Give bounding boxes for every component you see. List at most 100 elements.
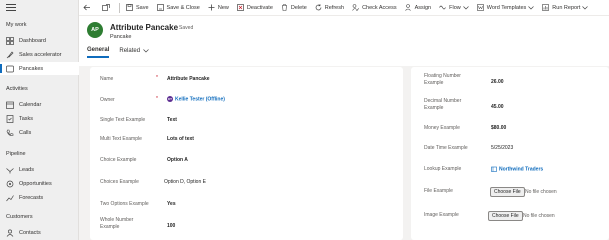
sitemap-item-sales-accelerator[interactable]: Sales accelerator [0, 48, 79, 61]
chevron-down-icon [463, 5, 469, 9]
owner-value: Kellie Tester (Offline) [175, 96, 225, 103]
task-icon [6, 114, 14, 123]
sitemap-item-contacts[interactable]: Contacts [0, 226, 79, 239]
choices-label: Choices Example [100, 179, 139, 185]
money-label: Money Example [424, 125, 460, 131]
sitemap-nav: My work Dashboard Sales accelerator Panc… [0, 0, 79, 240]
sitemap-item-pancakes[interactable]: Pancakes [0, 62, 79, 75]
floating-number-field[interactable]: 26.00 [491, 79, 504, 85]
new-label: New [217, 4, 229, 11]
deactivate-button[interactable]: Deactivate [233, 0, 277, 16]
owner-avatar: KT [167, 96, 173, 102]
tab-general[interactable]: General [87, 47, 110, 58]
save-button[interactable]: Save [122, 0, 153, 16]
open-new-window-button[interactable] [98, 0, 117, 16]
group-my-work: My work [6, 22, 27, 28]
assign-button[interactable]: Assign [401, 0, 436, 16]
sitemap-item-label: Dashboard [19, 37, 46, 44]
multi-text-field[interactable]: Lots of text [167, 136, 194, 142]
save-label: Save [136, 4, 149, 11]
sitemap-item-tasks[interactable]: Tasks [0, 112, 79, 125]
sitemap-item-calendar[interactable]: Calendar [0, 98, 79, 111]
sitemap-item-label: Tasks [19, 115, 34, 122]
sitemap-item-label: Pancakes [19, 65, 44, 72]
record-header: AP Attribute Pancake - Saved Pancake Gen… [79, 16, 609, 66]
check-access-icon [352, 4, 360, 11]
leads-icon [6, 166, 14, 174]
sitemap-item-forecasts[interactable]: Forecasts [0, 191, 79, 204]
phone-icon [6, 129, 14, 137]
flow-icon [439, 5, 446, 10]
trash-icon [281, 4, 287, 11]
record-avatar: AP [87, 22, 103, 38]
tab-related[interactable]: Related [119, 47, 149, 58]
back-arrow-icon [83, 4, 90, 11]
decimal-number-field[interactable]: 45.00 [491, 104, 504, 110]
single-text-field[interactable]: Text [167, 117, 177, 123]
save-close-button[interactable]: Save & Close [153, 0, 204, 16]
required-marker: * [156, 96, 158, 102]
general-section-right: Floating Number Example 26.00 Decimal Nu… [411, 67, 609, 240]
assign-label: Assign [414, 4, 432, 11]
contact-icon [6, 229, 14, 237]
image-choose-button[interactable]: Choose File [488, 211, 523, 221]
delete-button[interactable]: Delete [277, 0, 311, 16]
delete-label: Delete [290, 4, 307, 11]
sitemap-item-calls[interactable]: Calls [0, 126, 79, 139]
sitemap-item-label: Calendar [19, 101, 42, 108]
word-templates-button[interactable]: Word Templates [473, 0, 539, 16]
sitemap-item-dashboard[interactable]: Dashboard [0, 34, 79, 47]
name-field[interactable]: Attribute Pancake [167, 76, 210, 82]
save-close-icon [156, 4, 164, 11]
entity-icon [6, 65, 14, 73]
whole-number-field[interactable]: 100 [167, 223, 175, 229]
sitemap-item-label: Leads [19, 166, 34, 173]
sitemap-item-leads[interactable]: Leads [0, 163, 79, 176]
two-options-toggle[interactable]: Yes [167, 201, 176, 207]
lookup-field[interactable]: Northwind Traders [491, 166, 543, 172]
new-button[interactable]: New [204, 0, 233, 16]
deactivate-icon [237, 4, 244, 11]
word-template-icon [476, 4, 484, 11]
refresh-button[interactable]: Refresh [311, 0, 348, 16]
rocket-icon [6, 50, 14, 59]
sitemap-item-label: Forecasts [19, 194, 44, 201]
sitemap-item-label: Contacts [19, 229, 41, 236]
file-choose-button[interactable]: Choose File [490, 187, 525, 197]
date-time-field[interactable]: 5/25/2023 [491, 145, 513, 151]
form-tabs: General Related [87, 47, 159, 58]
chevron-down-icon [143, 49, 149, 53]
file-label: File Example [424, 188, 453, 194]
divider [119, 2, 120, 13]
chevron-down-icon [582, 5, 589, 9]
floating-number-label: Floating Number Example [424, 73, 461, 86]
flow-button[interactable]: Flow [435, 0, 473, 16]
run-report-button[interactable]: Run Report [538, 0, 592, 16]
required-marker: * [156, 75, 158, 81]
assign-icon [404, 4, 411, 11]
group-customers: Customers [6, 214, 33, 220]
plus-icon [208, 4, 215, 11]
check-access-button[interactable]: Check Access [348, 0, 401, 16]
decimal-number-label: Decimal Number Example [424, 98, 462, 111]
refresh-icon [315, 4, 322, 11]
hamburger-icon[interactable] [6, 4, 16, 12]
command-bar: Save Save & Close New Deactivate Delete … [79, 0, 609, 16]
save-close-label: Save & Close [166, 4, 200, 11]
dashboard-icon [6, 36, 14, 45]
choice-select[interactable]: Option A [167, 157, 188, 163]
choice-label: Choice Example [100, 157, 137, 163]
choices-multiselect[interactable]: Option D, Option E [164, 179, 206, 185]
group-activities: Activities [6, 86, 28, 92]
file-status: No file chosen [525, 189, 557, 195]
save-icon [126, 4, 133, 11]
save-status: - Saved [176, 25, 194, 31]
single-text-label: Single Text Example [100, 117, 146, 123]
sitemap-item-opportunities[interactable]: Opportunities [0, 177, 79, 190]
owner-lookup[interactable]: KT Kellie Tester (Offline) [167, 96, 225, 102]
back-button[interactable] [79, 0, 98, 16]
whole-number-label: Whole Number Example [100, 217, 134, 230]
money-field[interactable]: $80.00 [491, 125, 506, 131]
image-label: Image Example [424, 212, 459, 218]
word-templates-label: Word Templates [486, 4, 527, 11]
